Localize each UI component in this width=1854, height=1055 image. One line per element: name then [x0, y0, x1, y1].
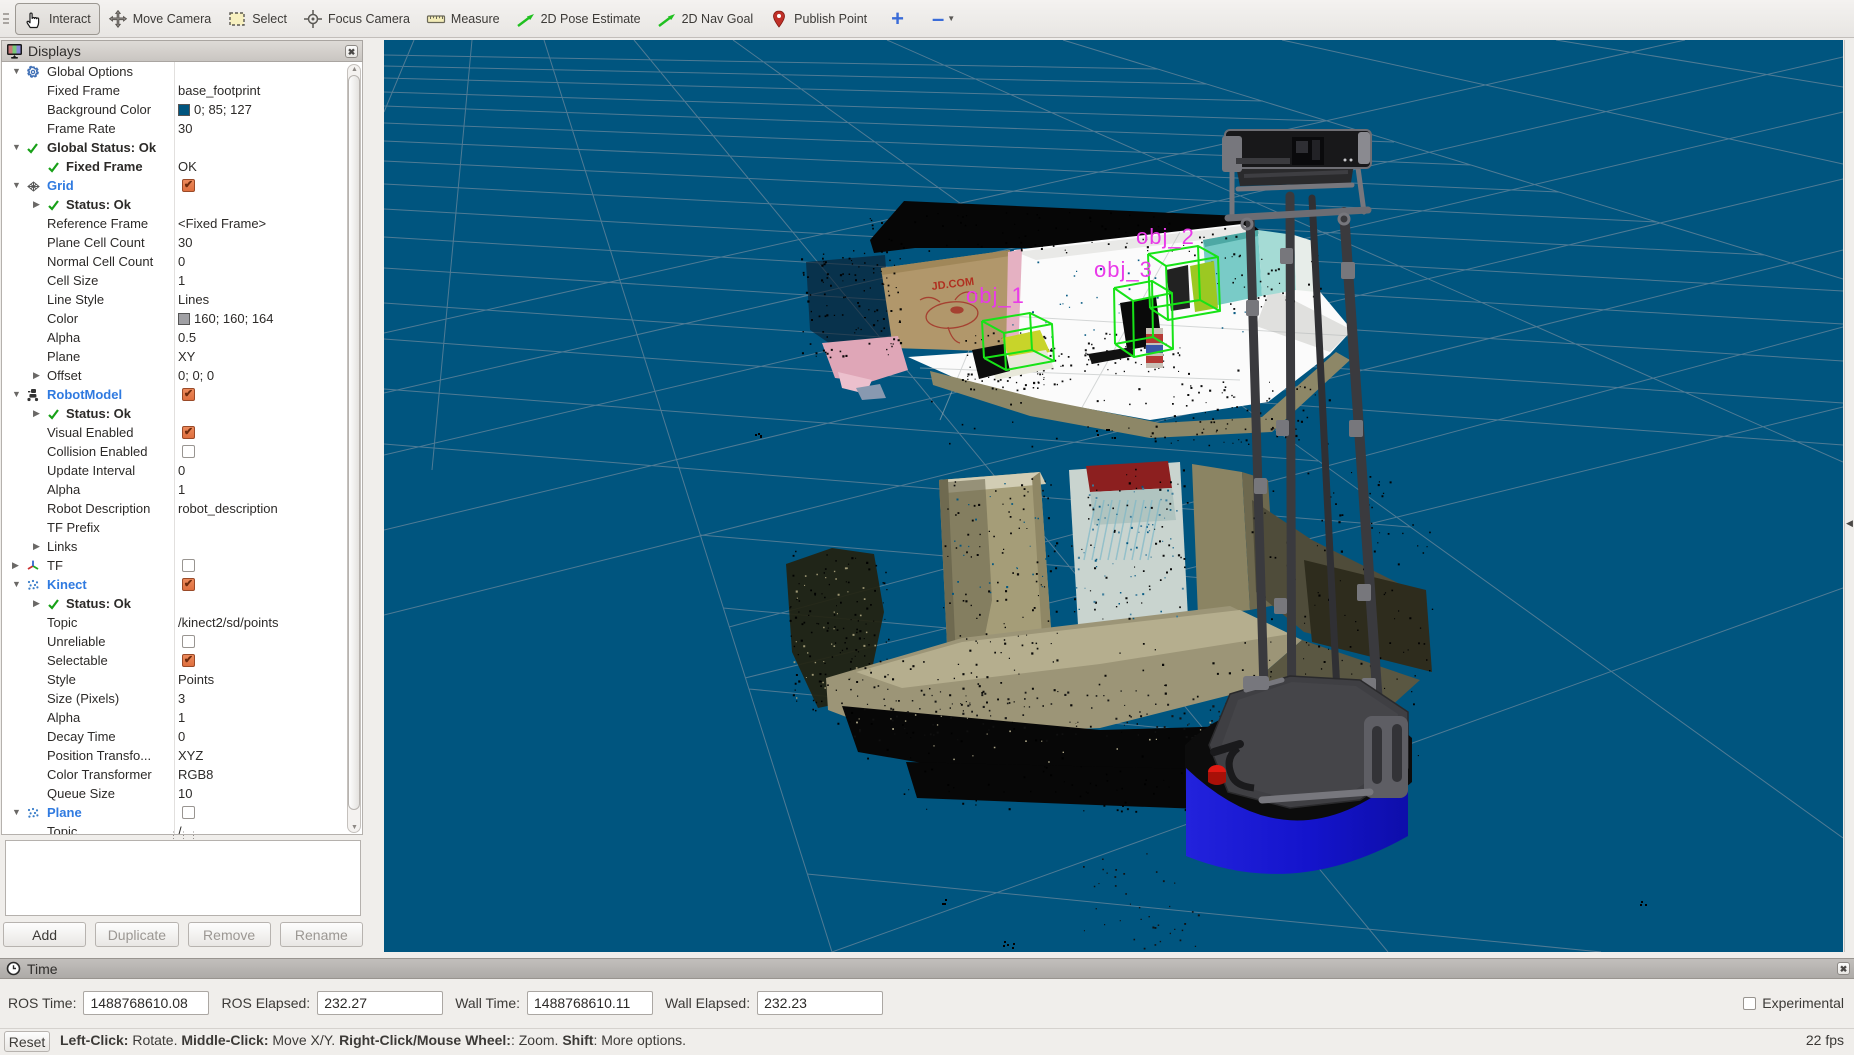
svg-text:obj_1: obj_1: [966, 283, 1025, 308]
svg-text:obj_2: obj_2: [1136, 224, 1195, 249]
svg-text:obj_3: obj_3: [1094, 257, 1153, 282]
